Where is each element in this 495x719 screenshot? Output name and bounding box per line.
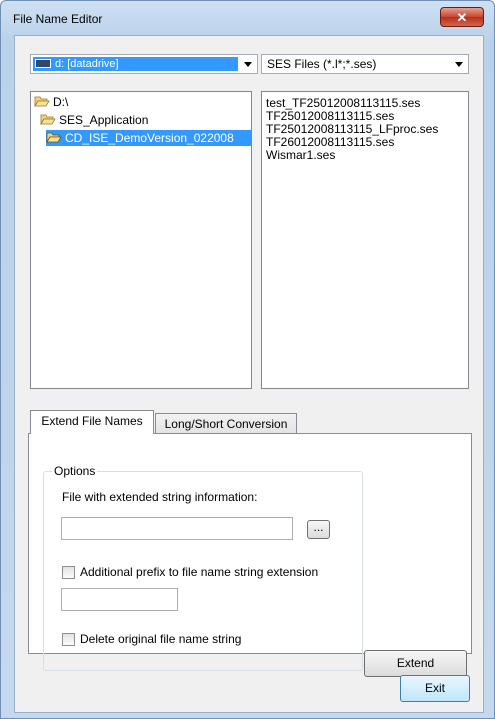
drive-select-value: d: [datadrive]: [55, 58, 119, 70]
directory-label: CD_ISE_DemoVersion_022008: [65, 131, 234, 145]
file-type-select[interactable]: SES Files (*.l*;*.ses): [261, 54, 469, 74]
extend-file-names-panel: Options File with extended string inform…: [28, 433, 472, 677]
directory-list[interactable]: D:\ SES_Application CD_ISE_DemoVersion_0…: [30, 91, 252, 389]
additional-prefix-label: Additional prefix to file name string ex…: [80, 565, 319, 579]
file-item[interactable]: TF26012008113115.ses: [266, 135, 394, 149]
file-item[interactable]: TF25012008113115_LFproc.ses: [266, 122, 438, 136]
options-group-label: Options: [52, 464, 98, 478]
extend-button[interactable]: Extend: [364, 650, 467, 677]
close-button[interactable]: ✕: [440, 7, 484, 27]
exit-button[interactable]: Exit: [400, 675, 470, 702]
file-item[interactable]: TF25012008113115.ses: [266, 109, 394, 123]
title-bar[interactable]: File Name Editor ✕: [1, 1, 494, 35]
directory-label: SES_Application: [59, 113, 149, 127]
options-group: Options File with extended string inform…: [43, 464, 363, 671]
dialog-client-area: d: [datadrive] SES Files (*.l*;*.ses) D:…: [14, 35, 484, 713]
extended-string-file-input[interactable]: [61, 517, 293, 540]
directory-item[interactable]: D:\: [34, 94, 68, 110]
directory-item-selected[interactable]: CD_ISE_DemoVersion_022008: [46, 130, 251, 146]
open-folder-icon: [34, 96, 50, 108]
open-folder-icon: [40, 114, 56, 126]
browse-button[interactable]: ...: [307, 520, 330, 539]
open-folder-icon: [46, 132, 62, 144]
tab-extend-file-names[interactable]: Extend File Names: [30, 410, 154, 434]
delete-original-label: Delete original file name string: [80, 632, 242, 646]
file-list[interactable]: test_TF25012008113115.ses TF250120081131…: [261, 91, 469, 389]
close-icon: ✕: [456, 10, 468, 25]
chevron-down-icon[interactable]: [455, 62, 463, 67]
drive-select-highlight: d: [datadrive]: [33, 57, 238, 71]
window-title: File Name Editor: [13, 12, 103, 26]
additional-prefix-checkbox[interactable]: [62, 566, 75, 579]
directory-item[interactable]: SES_Application: [40, 112, 148, 128]
drive-select[interactable]: d: [datadrive]: [30, 54, 258, 74]
additional-prefix-input[interactable]: [61, 588, 178, 611]
drive-icon: [35, 59, 51, 68]
delete-original-checkbox[interactable]: [62, 633, 75, 646]
file-name-editor-window: File Name Editor ✕ d: [datadrive] SES Fi…: [0, 0, 495, 719]
file-type-select-value: SES Files (*.l*;*.ses): [267, 57, 377, 71]
file-item[interactable]: Wismar1.ses: [266, 148, 335, 162]
tab-long-short-conversion[interactable]: Long/Short Conversion: [155, 413, 297, 434]
file-item[interactable]: test_TF25012008113115.ses: [266, 96, 420, 110]
directory-label: D:\: [53, 95, 69, 109]
extended-string-file-label: File with extended string information:: [62, 490, 258, 504]
chevron-down-icon[interactable]: [244, 62, 252, 67]
